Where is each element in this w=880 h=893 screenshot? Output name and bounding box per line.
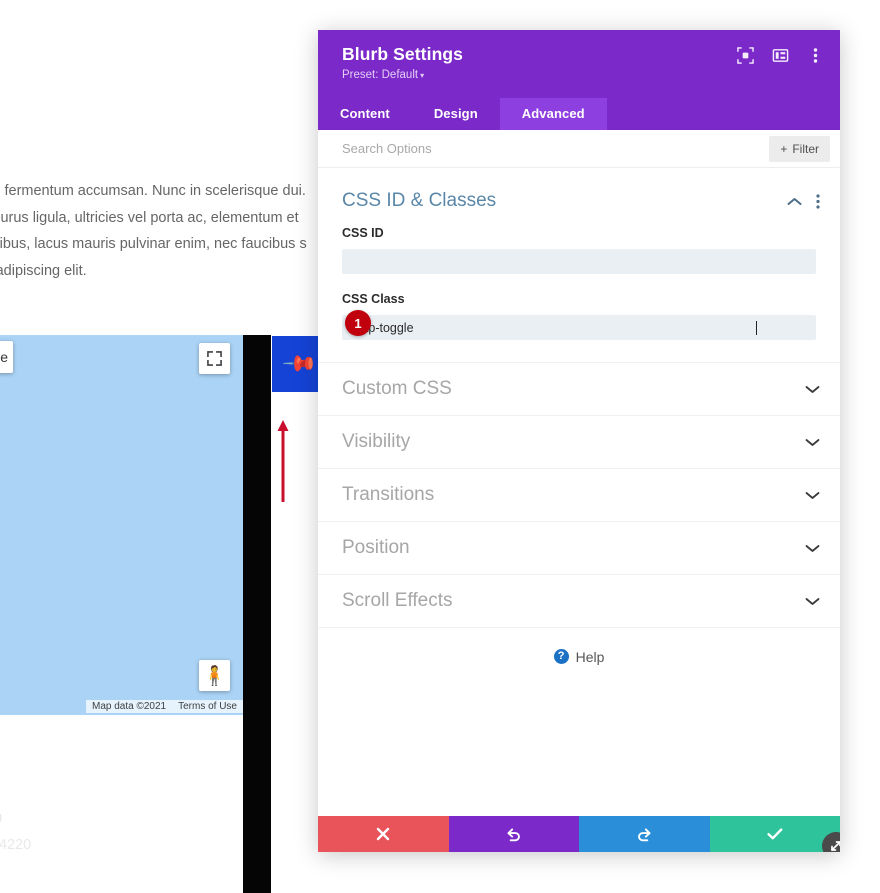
background-paragraph: at erat ac fermentum accumsan. Nunc in s… xyxy=(0,178,320,284)
undo-icon xyxy=(507,827,521,841)
annotation-arrow xyxy=(277,420,289,502)
paragraph-line: at erat ac fermentum accumsan. Nunc in s… xyxy=(0,183,306,199)
section-position[interactable]: Position xyxy=(318,521,840,574)
modal-action-bar xyxy=(318,816,840,852)
google-map[interactable]: e 🧍 Map data ©2021 Terms of Use xyxy=(0,335,243,715)
section-visibility[interactable]: Visibility xyxy=(318,415,840,468)
section-header-actions xyxy=(787,193,820,209)
undo-button[interactable] xyxy=(448,816,579,852)
paragraph-line: entum finibus, lacus mauris pulvinar eni… xyxy=(0,236,307,252)
help-icon: ? xyxy=(553,649,569,664)
search-input[interactable] xyxy=(342,141,770,156)
section-scroll-effects[interactable]: Scroll Effects xyxy=(318,574,840,627)
tab-content[interactable]: Content xyxy=(318,98,412,130)
paragraph-line: sectetur adipiscing elit. xyxy=(0,262,87,279)
redo-icon xyxy=(637,827,651,841)
chevron-down-icon[interactable] xyxy=(805,544,820,553)
save-button[interactable] xyxy=(709,816,840,852)
kebab-menu-glyph xyxy=(813,47,817,63)
modal-header-actions xyxy=(736,46,824,64)
chevron-down-icon[interactable] xyxy=(805,597,820,606)
layout-panel-glyph xyxy=(772,48,788,62)
chevron-down-icon[interactable] xyxy=(805,385,820,394)
plus-icon: + xyxy=(780,141,788,156)
map-label-chip: e xyxy=(0,341,13,373)
section-title: Scroll Effects xyxy=(342,590,453,611)
section-title: Transitions xyxy=(342,484,435,505)
fullscreen-icon xyxy=(207,351,222,366)
field-css-class: CSS Class 1 xyxy=(318,292,840,340)
field-css-id: CSS ID xyxy=(318,226,840,274)
chevron-down-icon[interactable] xyxy=(805,491,820,500)
map-data-credit: Map data ©2021 xyxy=(86,700,173,713)
pin-icon: 📌 xyxy=(281,345,319,383)
close-icon xyxy=(377,827,390,841)
section-custom-css[interactable]: Custom CSS xyxy=(318,362,840,415)
resize-diagonal-icon xyxy=(831,841,840,851)
chevron-down-icon[interactable] xyxy=(805,438,820,447)
address-line: A 94220 xyxy=(0,837,32,853)
filter-button-label: Filter xyxy=(792,141,819,156)
checkmark-icon xyxy=(767,828,783,840)
section-kebab-menu-icon[interactable] xyxy=(816,193,820,209)
address-block: 000 A 94220 xyxy=(0,806,31,858)
section-title: CSS ID & Classes xyxy=(342,190,497,211)
map-terms-link[interactable]: Terms of Use xyxy=(172,700,243,713)
modal-body: CSS ID & Classes CSS ID CSS Class 1 map-… xyxy=(318,168,840,816)
blurb-settings-modal: Blurb Settings Preset: Default ▾ Content… xyxy=(318,30,840,852)
text-cursor xyxy=(756,321,757,335)
screen-root: at erat ac fermentum accumsan. Nunc in s… xyxy=(0,0,880,893)
preset-selector[interactable]: Preset: Default ▾ xyxy=(342,69,424,81)
section-title: Position xyxy=(342,537,410,558)
focus-target-icon[interactable] xyxy=(736,46,754,64)
preset-label: Preset: Default xyxy=(342,69,419,81)
address-line: 000 xyxy=(0,806,31,832)
modal-header: Blurb Settings Preset: Default ▾ xyxy=(318,30,840,98)
search-row: + Filter xyxy=(318,130,840,168)
map-fullscreen-button[interactable] xyxy=(199,343,230,374)
tab-advanced[interactable]: Advanced xyxy=(499,98,607,130)
focus-target-glyph xyxy=(736,46,754,64)
redo-button[interactable] xyxy=(579,816,710,852)
section-transitions[interactable]: Transitions xyxy=(318,468,840,521)
layout-panel-icon[interactable] xyxy=(771,46,789,64)
section-css-id-classes: CSS ID & Classes CSS ID CSS Class 1 map-… xyxy=(318,168,840,362)
dark-panel-edge xyxy=(243,335,271,893)
map-pegman-button[interactable]: 🧍 xyxy=(199,660,230,691)
field-label: CSS ID xyxy=(342,226,384,240)
help-label: Help xyxy=(575,648,605,665)
css-class-input[interactable] xyxy=(342,315,816,340)
map-attribution: Map data ©2021 Terms of Use xyxy=(86,700,243,713)
field-label: CSS Class xyxy=(342,292,405,306)
chevron-up-icon[interactable] xyxy=(787,197,802,206)
help-row[interactable]: ? Help xyxy=(318,627,840,685)
tab-design[interactable]: Design xyxy=(412,98,500,130)
section-header[interactable]: CSS ID & Classes xyxy=(318,168,840,226)
cancel-button[interactable] xyxy=(318,816,449,852)
filter-button[interactable]: + Filter xyxy=(769,135,830,162)
pegman-icon: 🧍 xyxy=(202,665,227,687)
kebab-menu-icon[interactable] xyxy=(806,46,824,64)
section-title: Custom CSS xyxy=(342,378,452,399)
section-title: Visibility xyxy=(342,431,411,452)
chevron-down-icon: ▾ xyxy=(420,71,425,80)
step-badge: 1 xyxy=(345,310,371,336)
chevron-up-glyph xyxy=(787,197,802,205)
css-id-input[interactable] xyxy=(342,249,816,274)
paragraph-line: raesent purus ligula, ultricies vel port… xyxy=(0,209,299,226)
section-kebab-glyph xyxy=(816,193,820,209)
modal-tabs: Content Design Advanced xyxy=(318,98,840,130)
